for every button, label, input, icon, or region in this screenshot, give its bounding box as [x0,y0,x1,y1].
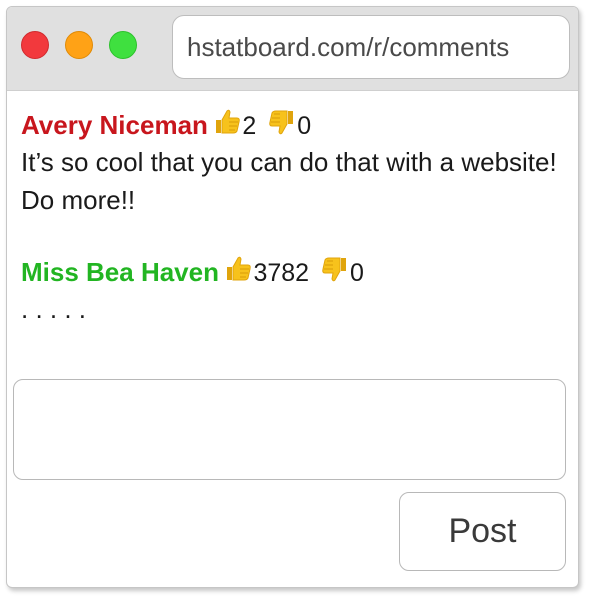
thumbs-down-count: 0 [297,112,312,140]
comment-header: Miss Bea Haven 3782 0 [21,254,566,290]
comment: Avery Niceman 2 0 It’s so cool that you … [21,107,566,219]
address-bar[interactable]: hstatboard.com/r/comments [172,15,570,79]
thumbs-down-count: 0 [350,259,364,287]
post-button[interactable]: Post [399,492,566,571]
vote-counts: 2 0 [212,109,315,140]
close-window-button[interactable] [21,31,49,59]
vote-counts: 3782 0 [223,256,367,287]
address-bar-url: hstatboard.com/r/comments [187,32,510,62]
thumbs-up-icon[interactable] [212,107,242,147]
comment-header: Avery Niceman 2 0 [21,107,566,143]
thumbs-down-icon[interactable] [320,254,350,294]
thumbs-up-icon[interactable] [223,254,253,294]
browser-titlebar: hstatboard.com/r/comments [7,7,578,91]
maximize-window-button[interactable] [109,31,137,59]
thumbs-up-count: 2 [242,112,257,140]
comment-text: . . . . . [21,294,87,324]
comment: Miss Bea Haven 3782 0 . . . . . [21,254,566,328]
comment-author[interactable]: Avery Niceman [21,110,208,140]
comment-input[interactable] [13,379,566,480]
comment-author[interactable]: Miss Bea Haven [21,257,219,287]
comment-text: It’s so cool that you can do that with a… [21,147,557,215]
browser-window: hstatboard.com/r/comments Avery Niceman … [6,6,579,588]
thumbs-up-count: 3782 [253,259,310,287]
minimize-window-button[interactable] [65,31,93,59]
thumbs-down-icon[interactable] [267,107,297,147]
